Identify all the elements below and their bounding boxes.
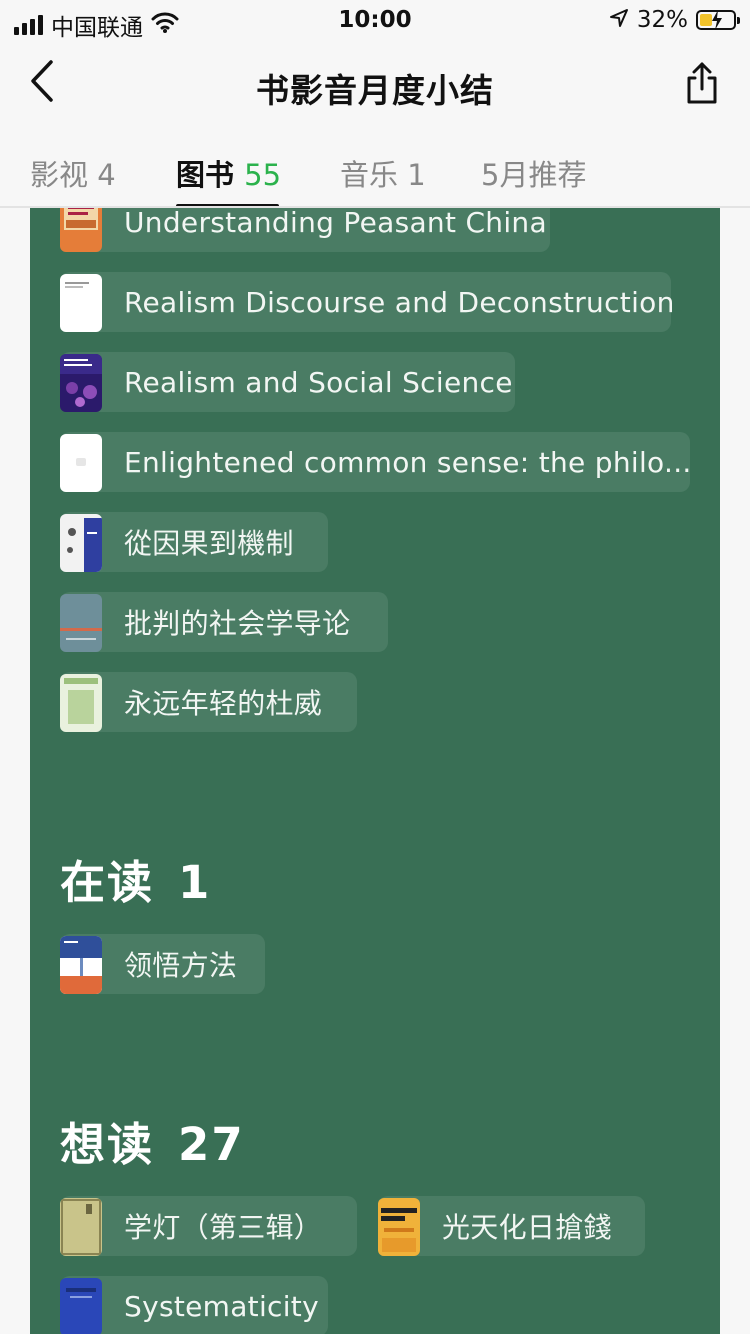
book-title: 学灯（第三辑）	[124, 1211, 323, 1244]
section-wish-heading: 想读 27	[60, 1118, 245, 1171]
book-item[interactable]: Enlightened common sense: the philo...	[60, 432, 712, 492]
book-item[interactable]: 学灯（第三辑）	[60, 1196, 357, 1256]
book-title: Systematicity	[124, 1289, 319, 1323]
location-icon	[609, 8, 629, 32]
book-title: 光天化日搶錢	[442, 1211, 612, 1244]
nav-bar: 书影音月度小结	[0, 42, 750, 126]
book-item[interactable]: 批判的社会学导论	[60, 592, 388, 652]
battery-percent: 32%	[636, 7, 688, 33]
book-cover	[60, 353, 102, 412]
book-cover	[60, 1197, 102, 1256]
tab-books[interactable]: 图书 55	[176, 152, 281, 194]
book-cover	[60, 433, 102, 492]
tab-music[interactable]: 音乐 1	[340, 152, 426, 194]
share-icon	[687, 62, 717, 104]
tab-may-recommend[interactable]: 5月推荐	[481, 152, 586, 194]
book-item[interactable]: 领悟方法	[60, 934, 265, 994]
book-item[interactable]: Understanding Peasant China	[60, 208, 567, 252]
battery-icon	[696, 10, 740, 30]
book-item[interactable]: 從因果到機制	[60, 512, 328, 572]
book-item[interactable]: Realism and Social Science	[60, 352, 533, 412]
section-reading-heading: 在读 1	[60, 856, 212, 909]
book-title: Realism Discourse and Deconstruction	[124, 285, 675, 319]
screen: 中国联通 10:00 32% 书影音月度小结 影视 4 图书 55 音乐 1 5…	[0, 0, 750, 1334]
book-cover	[60, 935, 102, 994]
book-title: 领悟方法	[124, 949, 238, 982]
book-title: Understanding Peasant China	[124, 208, 547, 239]
book-cover	[378, 1197, 420, 1256]
book-cover	[60, 513, 102, 572]
book-title: 從因果到機制	[124, 527, 294, 560]
book-cover	[60, 593, 102, 652]
status-bar: 中国联通 10:00 32%	[0, 0, 750, 42]
book-title: 批判的社会学导论	[124, 607, 351, 640]
book-title: Realism and Social Science	[124, 365, 513, 399]
book-cover	[60, 1277, 102, 1334]
book-item[interactable]: 永远年轻的杜威	[60, 672, 357, 732]
book-item[interactable]: 光天化日搶錢	[378, 1196, 645, 1256]
page-title: 书影音月度小结	[256, 71, 494, 110]
book-item[interactable]: Systematicity	[60, 1276, 339, 1334]
book-title: Enlightened common sense: the philo...	[124, 445, 692, 479]
books-summary-card: Understanding Peasant China Realism Disc…	[30, 208, 720, 1334]
book-item[interactable]: Realism Discourse and Deconstruction	[60, 272, 695, 332]
share-button[interactable]	[682, 58, 722, 108]
tab-bar: 影视 4 图书 55 音乐 1 5月推荐	[0, 126, 750, 208]
book-cover	[60, 208, 102, 252]
book-cover	[60, 673, 102, 732]
status-right: 32%	[609, 7, 740, 33]
book-title: 永远年轻的杜威	[124, 687, 323, 720]
book-cover	[60, 273, 102, 332]
tab-movies[interactable]: 影视 4	[30, 152, 116, 194]
